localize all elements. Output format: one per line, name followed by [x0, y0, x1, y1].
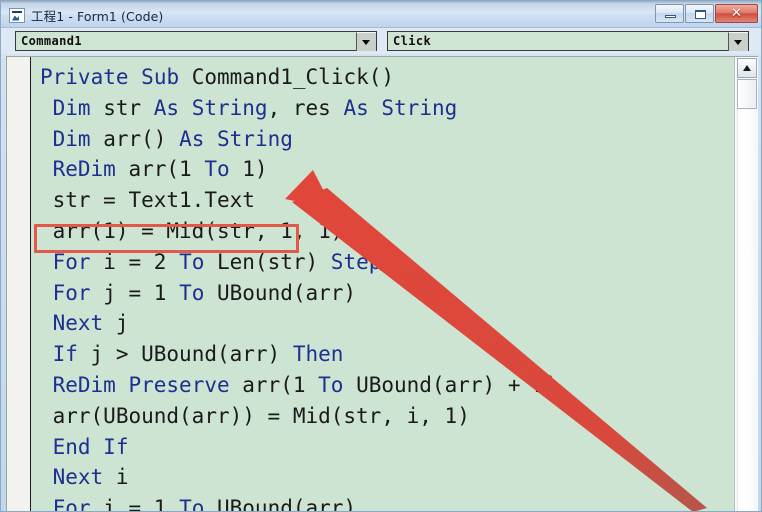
code-keyword: String: [217, 126, 293, 151]
code-text-area[interactable]: Private Sub Command1_Click() Dim str As S…: [32, 57, 734, 512]
code-keyword: Private: [40, 65, 129, 89]
code-line: For i = 1 To UBound(arr): [52, 493, 357, 512]
code-keyword: ReDim: [52, 157, 116, 182]
code-keyword: To: [179, 496, 205, 512]
code-text: str: [90, 95, 154, 120]
code-keyword: As: [153, 95, 180, 120]
code-text: arr(UBound(arr)) = Mid(str, i, 1): [52, 403, 470, 428]
code-keyword: Step: [330, 249, 382, 274]
code-keyword: String: [381, 95, 458, 120]
code-text: j > UBound(arr): [77, 342, 293, 367]
code-keyword: Preserve: [128, 373, 230, 397]
scroll-track[interactable]: [737, 110, 757, 511]
code-keyword: Next: [52, 465, 104, 490]
code-text: arr(1: [115, 157, 205, 182]
code-line: arr(UBound(arr)) = Mid(str, i, 1): [53, 401, 470, 432]
code-text: UBound(arr) + 1): [343, 373, 559, 397]
code-keyword: For: [52, 280, 91, 305]
code-keyword: As: [179, 126, 205, 151]
close-icon: ✕: [731, 6, 742, 21]
code-keyword: If: [52, 342, 78, 367]
code-keyword: As: [343, 95, 369, 120]
titlebar-highlight: [1, 1, 761, 4]
procedure-dropdown-value: Click: [393, 34, 432, 48]
object-dropdown[interactable]: Command1: [15, 31, 377, 51]
code-line: If j > UBound(arr) Then: [53, 339, 344, 370]
code-keyword: ReDim: [52, 373, 116, 397]
code-line: Next i: [53, 462, 129, 493]
code-line: End If: [53, 432, 129, 463]
code-text: Command1_Click(): [179, 65, 395, 89]
code-keyword: For: [52, 249, 91, 274]
code-text: Len(str): [204, 249, 331, 274]
object-dropdown-value: Command1: [21, 34, 82, 48]
code-keyword: To: [179, 249, 205, 274]
minimize-button[interactable]: [655, 4, 684, 23]
code-line: Next j: [53, 308, 129, 339]
code-keyword: For: [52, 496, 91, 512]
code-keyword: To: [179, 280, 205, 305]
restore-button[interactable]: [685, 4, 714, 23]
code-text: i: [103, 465, 129, 490]
code-line: str = Text1.Text: [53, 185, 255, 216]
code-keyword: To: [204, 157, 230, 182]
restore-icon: [695, 10, 706, 19]
code-line: Dim arr() As String: [53, 124, 293, 155]
vb-code-window: 工程1 - Form1 (Code) ✕ Command1 Click Priv: [0, 0, 762, 512]
code-text: str = Text1.Text: [52, 188, 255, 213]
code-window-toolbar: Command1 Click: [1, 28, 761, 54]
code-text: i = 2: [90, 249, 180, 274]
code-keyword: Next: [52, 311, 104, 336]
code-text: , res: [267, 95, 344, 120]
code-keyword: Dim: [52, 126, 91, 151]
window-buttons: ✕: [655, 4, 758, 23]
code-line: Private Sub Command1_Click(): [40, 62, 394, 93]
code-text: 1): [229, 157, 268, 182]
code-keyword: Sub: [141, 65, 180, 89]
code-keyword: String: [191, 95, 268, 120]
code-text: 1: [381, 249, 407, 274]
annotation-highlight-box: [34, 224, 299, 253]
code-text: UBound(arr): [204, 496, 357, 512]
code-text: j: [103, 311, 129, 336]
code-keyword: End If: [52, 434, 129, 459]
code-line: ReDim arr(1 To 1): [53, 154, 268, 185]
code-keyword: Then: [292, 342, 344, 367]
vertical-scrollbar[interactable]: [734, 57, 758, 511]
vb-form-icon: [9, 7, 25, 23]
code-line: Dim str As String, res As String: [53, 93, 458, 124]
code-keyword: To: [318, 373, 344, 397]
code-text: UBound(arr): [204, 280, 357, 305]
scroll-up-arrow-icon[interactable]: [737, 58, 757, 78]
margin-indicator-bar[interactable]: [7, 57, 31, 511]
code-text: arr(1: [229, 373, 319, 397]
code-line: For j = 1 To UBound(arr): [53, 278, 356, 309]
window-title: 工程1 - Form1 (Code): [31, 8, 164, 24]
title-bar-left: 工程1 - Form1 (Code): [9, 5, 163, 25]
code-keyword: Dim: [52, 95, 91, 120]
code-text: j = 1: [90, 280, 180, 305]
chevron-down-icon[interactable]: [728, 31, 748, 51]
close-button[interactable]: ✕: [715, 4, 758, 23]
code-line: ReDim Preserve arr(1 To UBound(arr) + 1): [53, 370, 559, 401]
code-text: i = 1: [90, 496, 180, 512]
code-text: arr(): [90, 126, 180, 151]
chevron-down-icon[interactable]: [356, 31, 376, 51]
scroll-thumb[interactable]: [737, 79, 757, 109]
minimize-icon: [665, 15, 676, 18]
title-bar: 工程1 - Form1 (Code) ✕: [1, 1, 761, 28]
procedure-dropdown[interactable]: Click: [387, 31, 749, 51]
code-editor-pane[interactable]: Private Sub Command1_Click() Dim str As S…: [6, 56, 758, 512]
